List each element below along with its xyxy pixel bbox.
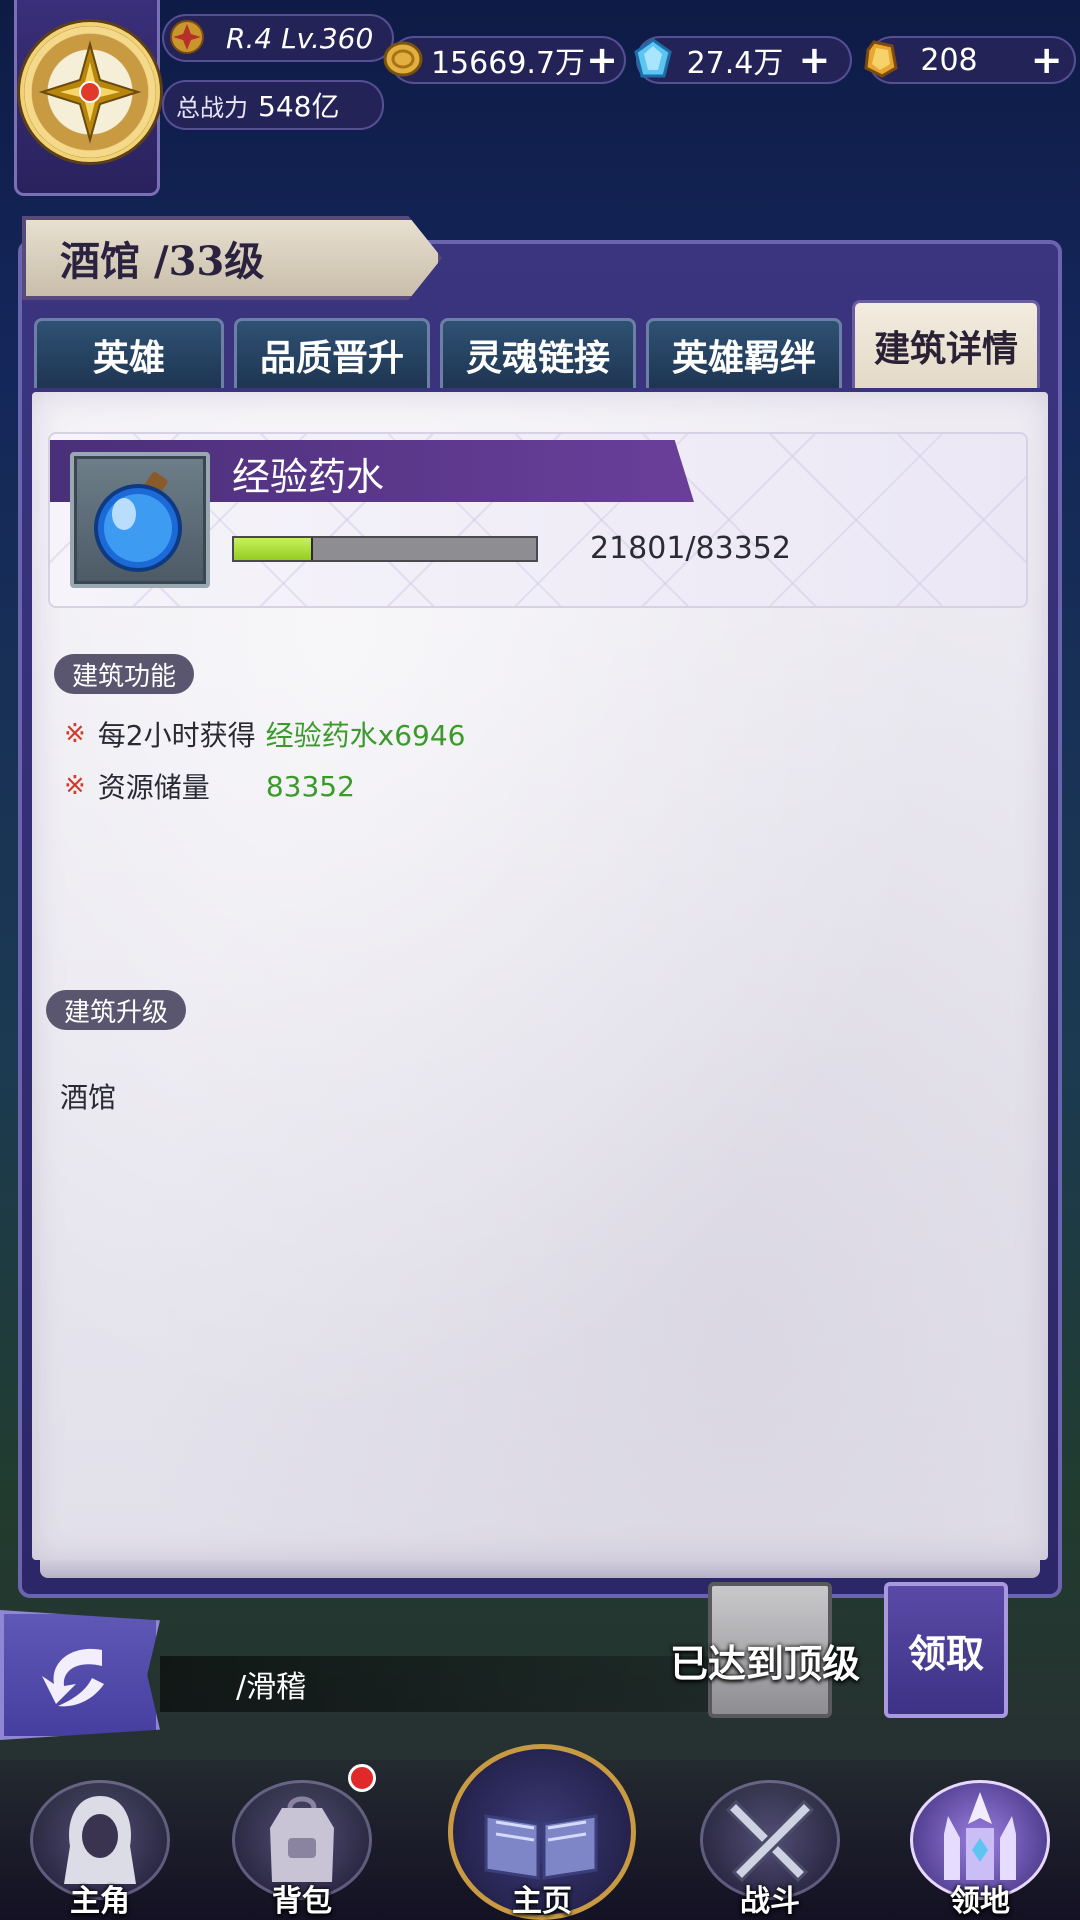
production-prefix: 每2小时获得 (97, 719, 256, 752)
tab-quality-upgrade-label: 品质晋升 (259, 336, 404, 379)
nav-hero-label: 主角 (70, 1884, 130, 1919)
claim-button[interactable]: 领取 (884, 1582, 1008, 1718)
chat-text: /滑稽 (236, 1670, 307, 1705)
backpack-notification-badge (348, 1764, 376, 1792)
tab-building-details[interactable]: 建筑详情 (852, 300, 1040, 388)
claim-label: 领取 (907, 1630, 984, 1676)
hero-icon (64, 1796, 136, 1884)
upgrade-text: 酒馆 (60, 1081, 117, 1114)
back-button[interactable] (0, 1610, 160, 1740)
tab-quality-upgrade[interactable]: 品质晋升 (234, 318, 430, 388)
backpack-icon (270, 1796, 334, 1882)
total-power-pill: 总战力 548亿 (162, 80, 384, 130)
rank-badge-icon (170, 20, 204, 54)
nav-battle-label: 战斗 (740, 1884, 800, 1919)
upgrade-section-label: 建筑升级 (46, 990, 187, 1030)
nav-backpack-label: 背包 (272, 1884, 332, 1919)
gold-resource: 15669.7万 + (390, 36, 626, 84)
item-slot[interactable] (70, 452, 210, 588)
resource-name: 经验药水 (232, 454, 385, 499)
gold-value: 15669.7万 (430, 46, 586, 81)
book-icon (484, 1814, 598, 1880)
paper-roll-edge (40, 1560, 1040, 1578)
tab-soul-link[interactable]: 灵魂链接 (440, 318, 636, 388)
building-name: 酒馆 (60, 238, 140, 285)
blue-crystal-icon (634, 38, 672, 78)
storage-value: 83352 (265, 769, 355, 803)
max-level-text: 已达到顶级 (670, 1640, 861, 1686)
storage-progress-fill (234, 538, 313, 560)
tab-heroes-label: 英雄 (92, 336, 165, 379)
back-arrow-icon (42, 1648, 104, 1707)
storage-progress-text: 21801/83352 (590, 530, 791, 566)
nav-hero[interactable]: 主角 (20, 1770, 180, 1920)
nav-home-label: 主页 (512, 1884, 572, 1919)
tab-soul-link-label: 灵魂链接 (465, 336, 610, 379)
bullet-mark: ※ (64, 771, 86, 801)
add-gold-button[interactable]: + (585, 41, 619, 79)
nav-battle[interactable]: 战斗 (690, 1770, 850, 1920)
nav-territory-label: 领地 (950, 1884, 1010, 1919)
power-label: 总战力 (176, 93, 248, 122)
nav-territory[interactable]: 领地 (900, 1770, 1060, 1920)
tab-hero-bonds-label: 英雄羁绊 (671, 336, 816, 379)
nav-backpack[interactable]: 背包 (222, 1770, 382, 1920)
tab-building-details-label: 建筑详情 (873, 327, 1018, 370)
add-crystal-button[interactable]: + (797, 41, 831, 79)
castle-icon (944, 1792, 1016, 1880)
gem-value: 208 (920, 42, 978, 78)
bullet-mark: ※ (64, 719, 86, 749)
swords-icon (725, 1799, 815, 1883)
add-gem-button[interactable]: + (1030, 41, 1064, 79)
avatar[interactable] (20, 22, 160, 162)
storage-progress-bar (232, 536, 538, 562)
star-emblem-icon (38, 40, 142, 144)
crystal-value: 27.4万 (686, 46, 784, 81)
nav-home[interactable]: 主页 (462, 1770, 622, 1920)
building-level: /33级 (154, 238, 265, 285)
power-value: 548亿 (258, 90, 340, 123)
tab-hero-bonds[interactable]: 英雄羁绊 (646, 318, 842, 388)
function-section-label: 建筑功能 (54, 654, 195, 694)
storage-line: ※ 资源储量 83352 (64, 764, 355, 808)
exp-potion-icon (94, 472, 182, 572)
gold-coin-icon (383, 41, 423, 77)
gold-gem-icon (864, 40, 898, 78)
storage-prefix: 资源储量 (97, 771, 210, 804)
tab-heroes[interactable]: 英雄 (34, 318, 224, 388)
production-value: 经验药水x6946 (265, 719, 466, 752)
production-line: ※ 每2小时获得 经验药水x6946 (64, 712, 465, 756)
rank-level-text: R.4 Lv.360 (226, 21, 374, 55)
panel-title: 酒馆 /33级 (60, 226, 264, 290)
